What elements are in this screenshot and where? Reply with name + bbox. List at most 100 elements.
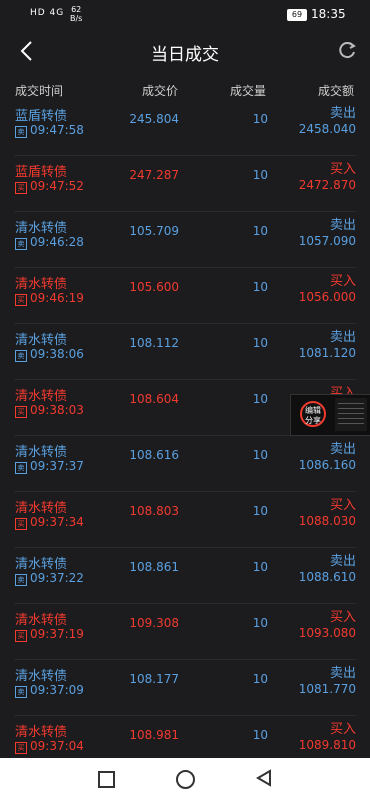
- trade-name: 清水转债: [15, 445, 68, 460]
- trade-amount: 1081.120: [298, 346, 356, 360]
- trade-price: 247.287: [129, 168, 179, 182]
- trade-amount: 2472.870: [298, 178, 356, 192]
- side-tag: 卖: [15, 462, 27, 474]
- trade-price: 108.861: [129, 560, 179, 574]
- system-nav-bar: [0, 758, 370, 800]
- trade-qty: 10: [252, 616, 268, 630]
- side-tag: 买: [15, 182, 27, 194]
- trade-amount: 2458.040: [298, 122, 356, 136]
- trade-qty: 10: [252, 728, 268, 742]
- side-tag: 买: [15, 406, 27, 418]
- trade-row[interactable]: 清水转债买 09:37:34 108.803 10 买入 1088.030: [14, 492, 356, 548]
- trade-name: 清水转债: [15, 613, 68, 628]
- column-header: 成交时间 成交价 成交量 成交额: [0, 78, 370, 100]
- side-tag: 买: [15, 742, 27, 754]
- refresh-icon: [339, 42, 356, 59]
- trade-direction: 卖出: [329, 442, 356, 457]
- side-tag: 买: [15, 630, 27, 642]
- col-amount: 成交额: [318, 84, 355, 98]
- trade-direction: 买入: [329, 722, 356, 737]
- trade-amount: 1088.030: [298, 514, 356, 528]
- trade-amount: 1081.770: [298, 682, 356, 696]
- trade-price: 108.616: [129, 448, 179, 462]
- trade-row[interactable]: 清水转债买 09:46:19 105.600 10 买入 1056.000: [14, 268, 356, 324]
- trade-direction: 卖出: [329, 330, 356, 345]
- trade-direction: 卖出: [329, 554, 356, 569]
- trade-qty: 10: [252, 224, 268, 238]
- trade-price: 108.803: [129, 504, 179, 518]
- trade-row[interactable]: 蓝盾转债买 09:47:52 247.287 10 买入 2472.870: [14, 156, 356, 212]
- trade-row[interactable]: 清水转债卖 09:46:28 105.709 10 卖出 1057.090: [14, 212, 356, 268]
- trade-name: 蓝盾转债: [15, 109, 68, 124]
- trade-qty: 10: [252, 560, 268, 574]
- col-price: 成交价: [142, 84, 179, 98]
- net-speed: 62 B/s: [70, 5, 82, 23]
- side-tag: 卖: [15, 126, 27, 138]
- trade-amount: 1089.810: [298, 738, 356, 752]
- trade-amount: 1086.160: [298, 458, 356, 472]
- share-label: 分享: [305, 416, 321, 425]
- trade-amount: 1093.080: [298, 626, 356, 640]
- trade-time: 09:46:28: [30, 235, 84, 249]
- trade-time: 09:37:09: [30, 683, 84, 697]
- trade-time: 09:37:22: [30, 571, 84, 585]
- trade-row[interactable]: 蓝盾转债卖 09:47:58 245.804 10 卖出 2458.040: [14, 100, 356, 156]
- trade-price: 245.804: [129, 112, 179, 126]
- page-title: 当日成交: [151, 45, 219, 65]
- recent-apps-button[interactable]: [98, 771, 115, 788]
- net-speed-unit: B/s: [70, 14, 83, 23]
- trade-price: 105.709: [129, 224, 179, 238]
- trade-name: 清水转债: [15, 333, 68, 348]
- side-tag: 卖: [15, 686, 27, 698]
- trade-time: 09:47:52: [30, 179, 84, 193]
- trade-time: 09:37:04: [30, 739, 84, 753]
- trade-name: 清水转债: [15, 557, 68, 572]
- trade-name: 蓝盾转债: [15, 165, 68, 180]
- trade-time: 09:37:19: [30, 627, 84, 641]
- refresh-button[interactable]: [336, 40, 358, 62]
- trade-price: 108.112: [129, 336, 179, 350]
- trade-time: 09:38:06: [30, 347, 84, 361]
- trade-row[interactable]: 清水转债买 09:37:19 109.308 10 买入 1093.080: [14, 604, 356, 660]
- back-nav-icon[interactable]: [256, 769, 272, 787]
- header: 当日成交: [0, 30, 370, 72]
- trade-qty: 10: [252, 280, 268, 294]
- trade-qty: 10: [252, 112, 268, 126]
- trade-row[interactable]: 清水转债卖 09:38:06 108.112 10 卖出 1081.120: [14, 324, 356, 380]
- status-bar: HD 4G 62 B/s 69 18:35: [0, 0, 370, 30]
- trade-row[interactable]: 清水转债卖 09:37:37 108.616 10 卖出 1086.160: [14, 436, 356, 492]
- trade-row[interactable]: 清水转债卖 09:37:22 108.861 10 卖出 1088.610: [14, 548, 356, 604]
- trade-time: 09:37:37: [30, 459, 84, 473]
- edit-label: 编辑: [305, 406, 321, 415]
- trade-name: 清水转债: [15, 277, 68, 292]
- trade-list: 蓝盾转债卖 09:47:58 245.804 10 卖出 2458.040 蓝盾转债买 09:…: [0, 100, 370, 772]
- trade-time: 09:46:19: [30, 291, 84, 305]
- trade-price: 108.177: [129, 672, 179, 686]
- side-tag: 买: [15, 294, 27, 306]
- side-tag: 卖: [15, 238, 27, 250]
- trade-amount: 1088.610: [298, 570, 356, 584]
- trade-row[interactable]: 清水转债卖 09:37:09 108.177 10 卖出 1081.770: [14, 660, 356, 716]
- trade-name: 清水转债: [15, 669, 68, 684]
- screenshot-thumbnail[interactable]: [335, 398, 367, 431]
- trade-price: 108.981: [129, 728, 179, 742]
- trade-name: 清水转债: [15, 389, 68, 404]
- trade-time: 09:38:03: [30, 403, 84, 417]
- trade-direction: 买入: [329, 610, 356, 625]
- floating-share-widget[interactable]: 编辑 分享: [290, 394, 370, 436]
- trade-direction: 买入: [329, 162, 356, 177]
- side-tag: 卖: [15, 574, 27, 586]
- edit-share-button[interactable]: 编辑 分享: [300, 401, 326, 427]
- trade-direction: 卖出: [329, 106, 356, 121]
- trade-time: 09:47:58: [30, 123, 84, 137]
- trade-time: 09:37:34: [30, 515, 84, 529]
- trade-name: 清水转债: [15, 221, 68, 236]
- signal-indicator: HD 4G: [30, 8, 65, 18]
- side-tag: 买: [15, 518, 27, 530]
- trade-qty: 10: [252, 672, 268, 686]
- trade-qty: 10: [252, 336, 268, 350]
- net-speed-value: 62: [71, 5, 82, 14]
- trade-qty: 10: [252, 168, 268, 182]
- trade-qty: 10: [252, 448, 268, 462]
- home-button[interactable]: [176, 770, 195, 789]
